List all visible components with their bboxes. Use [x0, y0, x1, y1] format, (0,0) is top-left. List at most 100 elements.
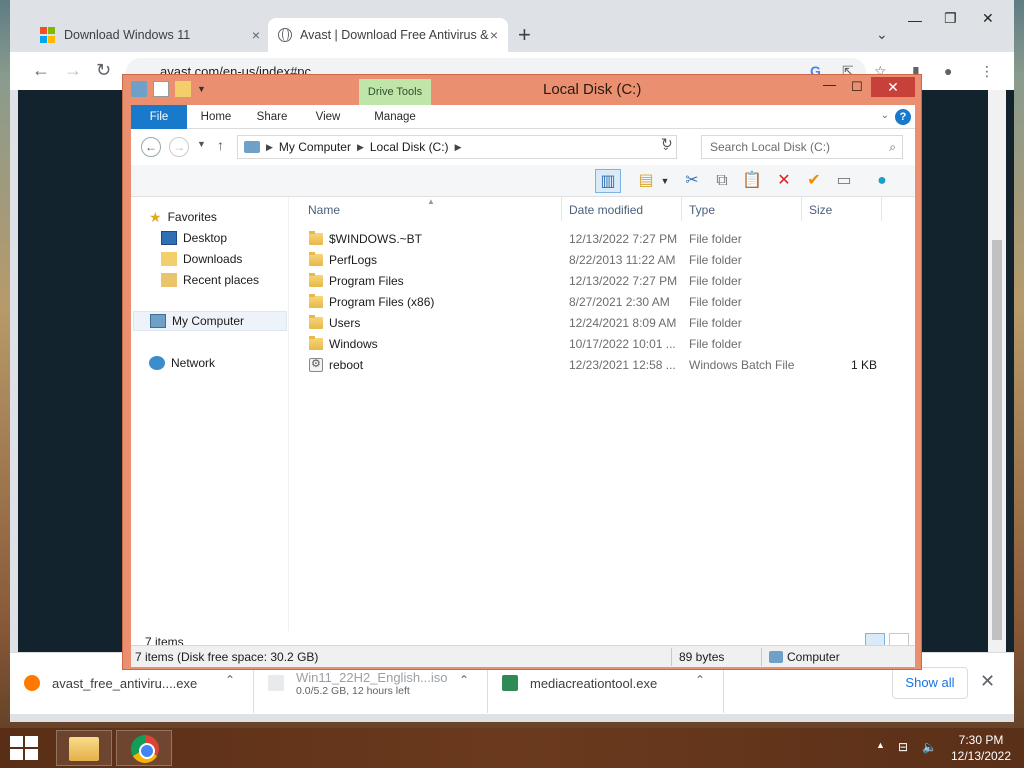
- properties-icon[interactable]: [153, 81, 169, 97]
- chevron-up-icon[interactable]: ⌃: [225, 673, 235, 687]
- search-input[interactable]: Search Local Disk (C:) ⌕: [701, 135, 903, 159]
- menu-icon[interactable]: ⋮: [980, 63, 994, 80]
- breadcrumb-separator-icon[interactable]: ▶: [455, 142, 462, 153]
- file-row[interactable]: Windows 10/17/2022 10:01 ... File folder: [297, 334, 897, 355]
- tab-search-chevron-icon[interactable]: ⌄: [876, 26, 888, 43]
- file-row[interactable]: PerfLogs 8/22/2013 11:22 AM File folder: [297, 250, 897, 271]
- quick-access-toolbar: ▼: [131, 81, 206, 97]
- tab-close-icon[interactable]: ×: [490, 27, 498, 43]
- column-divider[interactable]: [881, 197, 882, 221]
- folder-icon: [309, 252, 323, 266]
- customize-dropdown-icon[interactable]: ▼: [197, 84, 206, 94]
- explorer-content: ★ Favorites Desktop Downloads Recent pla…: [131, 197, 915, 631]
- file-name: $WINDOWS.~BT: [329, 232, 423, 246]
- recent-locations-icon[interactable]: ▼: [197, 139, 206, 149]
- taskbar-file-explorer[interactable]: [56, 730, 112, 766]
- tab-download-windows-11[interactable]: Download Windows 11 ×: [30, 18, 270, 52]
- dropdown-icon[interactable]: ▼: [659, 169, 671, 193]
- page-scrollbar[interactable]: [988, 90, 1006, 652]
- breadcrumb-separator-icon[interactable]: ▶: [266, 142, 273, 153]
- status-location: Computer: [787, 650, 840, 664]
- tab-home[interactable]: Home: [193, 105, 239, 129]
- file-row[interactable]: Program Files 12/13/2022 7:27 PM File fo…: [297, 271, 897, 292]
- file-row[interactable]: Users 12/24/2021 8:09 AM File folder: [297, 313, 897, 334]
- chevron-up-icon[interactable]: ⌃: [459, 673, 469, 687]
- file-list: ▲ Name Date modified Type Size $WINDOWS.…: [297, 197, 915, 631]
- column-name[interactable]: Name: [308, 203, 340, 217]
- nav-recent-places[interactable]: Recent places: [161, 270, 259, 290]
- up-icon[interactable]: ↑: [217, 137, 224, 153]
- show-hidden-icons[interactable]: ▲: [876, 740, 885, 750]
- column-divider[interactable]: [801, 197, 802, 221]
- column-type[interactable]: Type: [689, 203, 715, 217]
- taskbar-clock[interactable]: 7:30 PM 12/13/2022: [946, 732, 1016, 764]
- breadcrumb-my-computer[interactable]: My Computer: [279, 140, 351, 154]
- close-icon[interactable]: ✕: [871, 77, 915, 97]
- properties-icon[interactable]: ▤: [633, 169, 659, 193]
- tab-manage[interactable]: Manage: [361, 105, 429, 129]
- breadcrumb-local-disk[interactable]: Local Disk (C:): [370, 140, 449, 154]
- volume-icon[interactable]: 🔈: [922, 740, 937, 754]
- reload-icon[interactable]: ↻: [96, 60, 111, 81]
- delete-icon[interactable]: ✕: [771, 169, 797, 193]
- forward-icon[interactable]: →: [169, 137, 189, 157]
- tab-file[interactable]: File: [131, 105, 187, 129]
- profile-icon[interactable]: ●: [944, 63, 952, 79]
- nav-my-computer[interactable]: My Computer: [133, 311, 287, 331]
- network-tray-icon[interactable]: ⊟: [898, 740, 908, 754]
- column-size[interactable]: Size: [809, 203, 832, 217]
- nav-favorites[interactable]: ★ Favorites: [149, 207, 217, 227]
- tab-close-icon[interactable]: ×: [252, 27, 260, 43]
- drive-tools-label: Drive Tools: [359, 79, 431, 105]
- refresh-icon[interactable]: ↻: [661, 135, 673, 152]
- taskbar-chrome[interactable]: [116, 730, 172, 766]
- tab-avast[interactable]: Avast | Download Free Antivirus & ×: [268, 18, 508, 52]
- file-row[interactable]: $WINDOWS.~BT 12/13/2022 7:27 PM File fol…: [297, 229, 897, 250]
- close-icon[interactable]: ✕: [982, 10, 994, 27]
- file-row[interactable]: Program Files (x86) 8/27/2021 2:30 AM Fi…: [297, 292, 897, 313]
- maximize-icon[interactable]: ❐: [944, 10, 957, 27]
- tab-view[interactable]: View: [305, 105, 351, 129]
- minimize-icon[interactable]: —: [908, 12, 922, 28]
- maximize-icon[interactable]: ☐: [851, 79, 863, 95]
- start-button[interactable]: [10, 736, 38, 760]
- cut-icon[interactable]: ✂: [679, 169, 705, 193]
- new-tab-button[interactable]: +: [518, 24, 531, 46]
- window-title: Local Disk (C:): [543, 81, 642, 98]
- minimize-icon[interactable]: —: [823, 77, 836, 92]
- tab-share[interactable]: Share: [249, 105, 295, 129]
- forward-icon[interactable]: →: [64, 60, 82, 81]
- globe-icon: [278, 28, 292, 42]
- explorer-titlebar[interactable]: ▼ Drive Tools Local Disk (C:) — ☐ ✕: [123, 75, 921, 105]
- preview-pane-icon[interactable]: ▥: [595, 169, 621, 193]
- scrollbar-thumb[interactable]: [992, 240, 1002, 640]
- rename-icon[interactable]: ▭: [831, 169, 857, 193]
- back-icon[interactable]: ←: [141, 137, 161, 157]
- column-date-modified[interactable]: Date modified: [569, 203, 643, 217]
- new-folder-icon[interactable]: [175, 81, 191, 97]
- file-type: File folder: [689, 316, 742, 330]
- help-icon[interactable]: ?: [895, 109, 911, 125]
- address-bar[interactable]: ▶ My Computer ▶ Local Disk (C:) ▶ ⌄: [237, 135, 677, 159]
- breadcrumb-separator-icon[interactable]: ▶: [357, 142, 364, 153]
- file-type: File folder: [689, 337, 742, 351]
- nav-desktop[interactable]: Desktop: [161, 228, 227, 248]
- copy-icon[interactable]: ⧉: [709, 169, 735, 193]
- network-globe-icon[interactable]: ●: [869, 169, 895, 193]
- file-type: Windows Batch File: [689, 358, 795, 372]
- nav-downloads[interactable]: Downloads: [161, 249, 242, 269]
- paste-icon[interactable]: 📋: [739, 169, 765, 193]
- show-all-button[interactable]: Show all: [892, 667, 968, 699]
- chevron-up-icon[interactable]: ⌃: [695, 673, 705, 687]
- file-row[interactable]: reboot 12/23/2021 12:58 ... Windows Batc…: [297, 355, 897, 376]
- download-bar-close-icon[interactable]: ✕: [980, 671, 995, 692]
- checkmark-icon[interactable]: ✔: [801, 169, 827, 193]
- expand-ribbon-icon[interactable]: ⌄: [881, 110, 889, 121]
- status-divider: [671, 648, 672, 666]
- nav-network[interactable]: Network: [149, 353, 215, 373]
- download-name: Win11_22H2_English...iso: [296, 669, 448, 685]
- column-divider[interactable]: [681, 197, 682, 221]
- column-divider[interactable]: [561, 197, 562, 221]
- back-icon[interactable]: ←: [32, 60, 50, 81]
- explorer-window: ▼ Drive Tools Local Disk (C:) — ☐ ✕ File…: [122, 74, 922, 670]
